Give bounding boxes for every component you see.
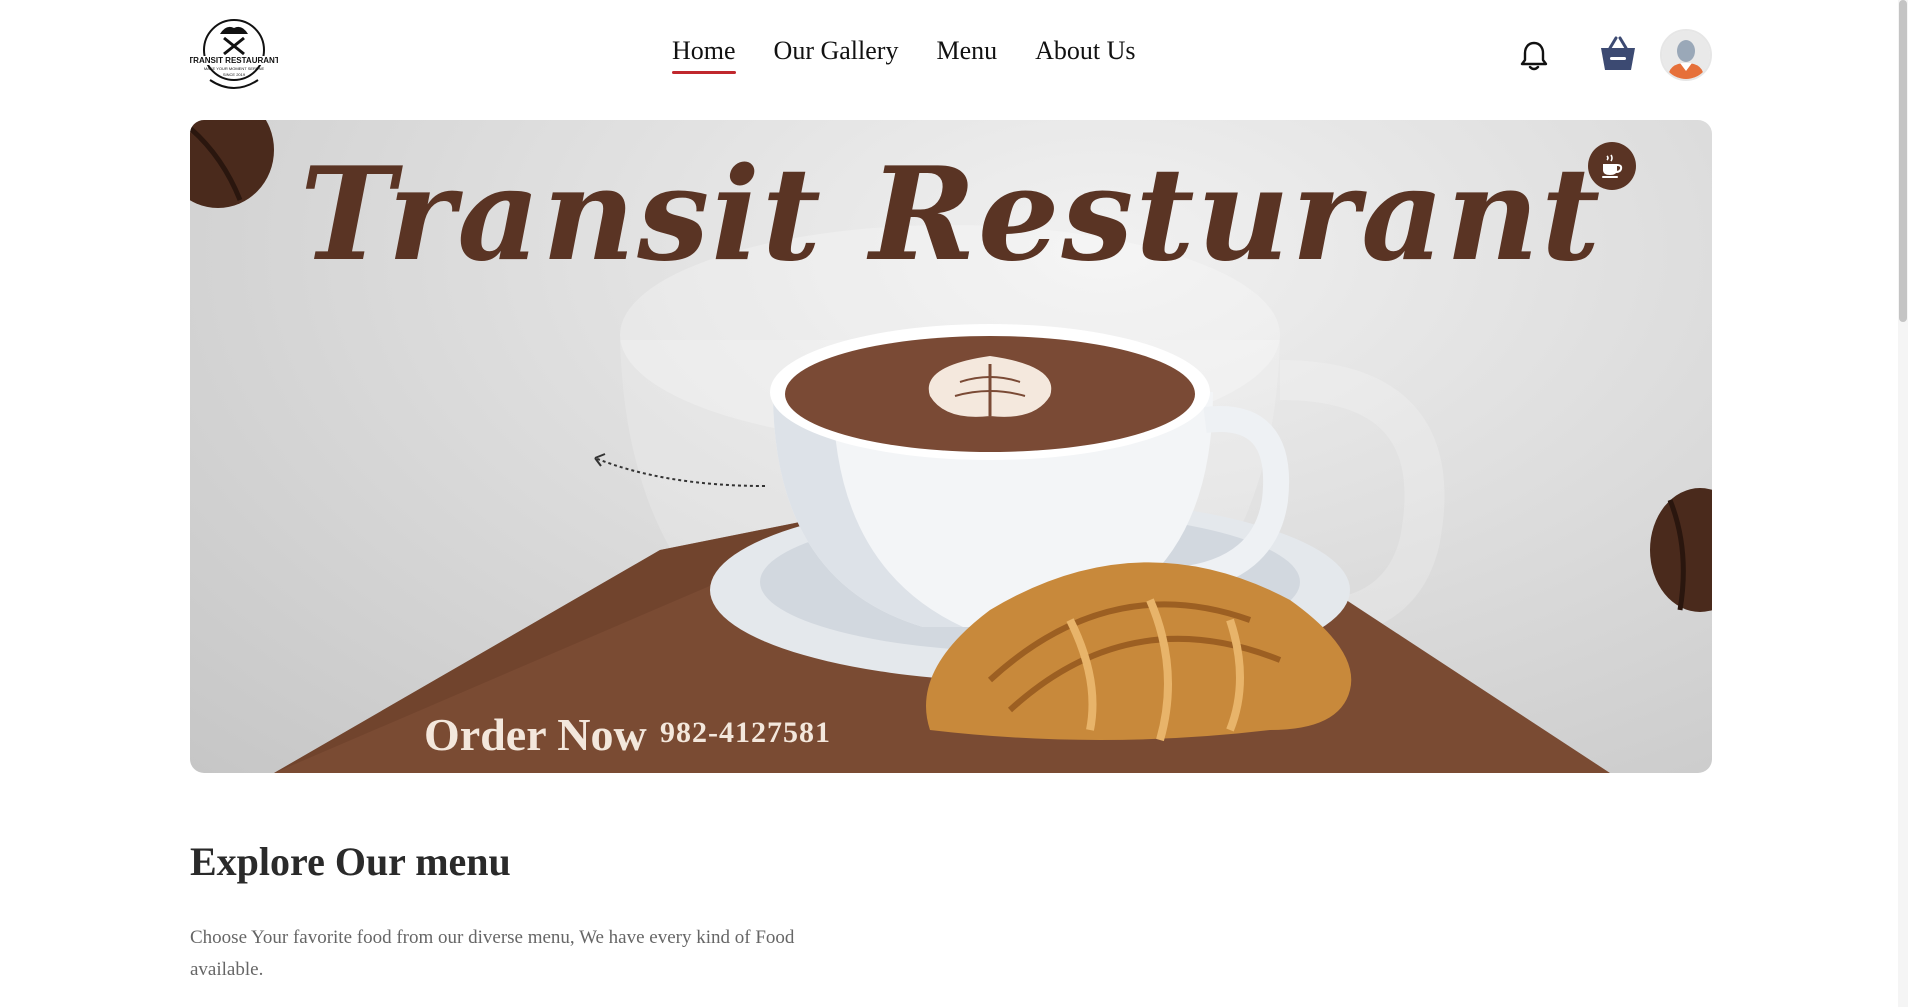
- order-now-label[interactable]: Order Now: [424, 708, 647, 761]
- main-nav: Home Our Gallery Menu About Us: [672, 36, 1136, 74]
- logo[interactable]: TRANSIT RESTAURANT MAKE YOUR MOMENT SERE…: [188, 18, 280, 90]
- nav-our-gallery[interactable]: Our Gallery: [774, 36, 899, 74]
- site-header: TRANSIT RESTAURANT MAKE YOUR MOMENT SERE…: [0, 0, 1908, 110]
- section-description: Choose Your favorite food from our diver…: [190, 927, 795, 980]
- nav-menu[interactable]: Menu: [936, 36, 997, 74]
- logo-tagline: MAKE YOUR MOMENT SERENE: [204, 66, 265, 71]
- nav-about-us[interactable]: About Us: [1035, 36, 1135, 74]
- scrollbar-thumb[interactable]: [1899, 0, 1907, 322]
- logo-emblem-icon: TRANSIT RESTAURANT MAKE YOUR MOMENT SERE…: [188, 19, 280, 89]
- hero-title: Transit Resturant: [299, 140, 1603, 290]
- basket-icon[interactable]: [1596, 32, 1640, 76]
- logo-since: SINCE 2019: [223, 72, 246, 77]
- logo-name: TRANSIT RESTAURANT: [190, 56, 278, 65]
- scrollbar[interactable]: [1898, 0, 1908, 1007]
- coffee-cup-icon[interactable]: [1588, 142, 1636, 190]
- nav-home[interactable]: Home: [672, 36, 736, 74]
- bell-icon[interactable]: [1516, 36, 1552, 76]
- section-title: Explore Our menu: [190, 839, 511, 884]
- phone-number: 982-4127581: [660, 716, 831, 749]
- avatar[interactable]: [1660, 29, 1712, 81]
- hero-banner: Transit Resturant Order Now 982-4127581: [190, 120, 1712, 773]
